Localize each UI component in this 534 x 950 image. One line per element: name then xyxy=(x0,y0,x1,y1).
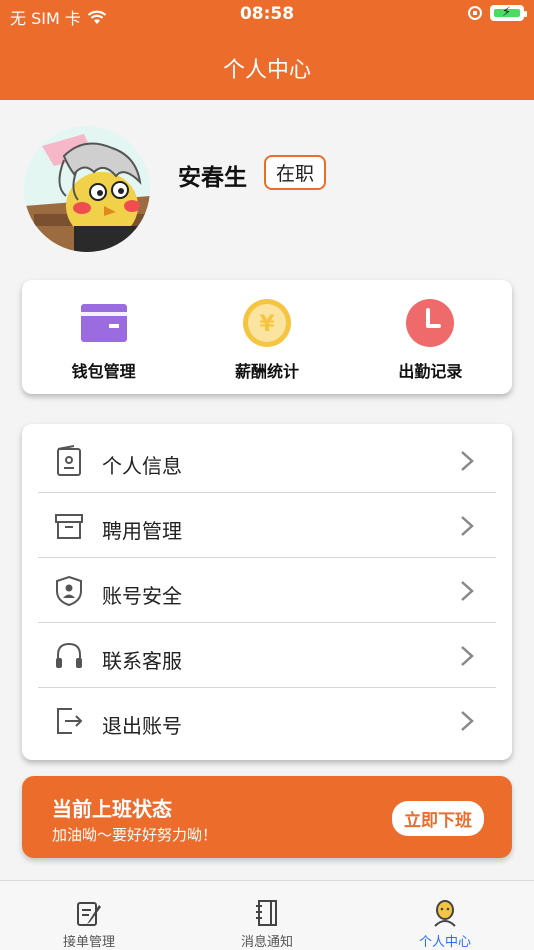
quick-actions-card: 钱包管理 ¥ 薪酬统计 出勤记录 xyxy=(22,280,512,394)
battery-icon: ⚡ xyxy=(490,5,527,21)
avatar[interactable] xyxy=(24,126,150,252)
archive-box-icon xyxy=(55,514,83,539)
id-card-icon xyxy=(57,445,81,476)
menu-card: 个人信息 聘用管理 账号安全 联系客服 退出账号 xyxy=(22,424,512,760)
clock-icon xyxy=(406,299,455,347)
orientation-lock-icon xyxy=(468,6,482,20)
tab-label: 接单管理 xyxy=(62,935,115,950)
menu-item-customer-service[interactable]: 联系客服 xyxy=(38,623,496,688)
tab-order-management[interactable]: 接单管理 xyxy=(0,881,178,950)
quick-action-wallet[interactable]: 钱包管理 xyxy=(22,280,185,394)
headphones-icon xyxy=(56,642,82,668)
notebook-icon xyxy=(256,900,277,926)
menu-item-employment[interactable]: 聘用管理 xyxy=(38,493,496,558)
clipboard-pen-icon xyxy=(77,902,101,926)
status-badge: 在职 xyxy=(264,155,327,190)
menu-item-label: 联系客服 xyxy=(102,649,182,673)
chevron-right-icon xyxy=(461,711,474,731)
work-status-title: 当前上班状态 xyxy=(52,797,172,821)
work-status-subtitle: 加油呦～要好好努力呦！ xyxy=(52,826,218,844)
chevron-right-icon xyxy=(461,516,474,536)
quick-action-label: 薪酬统计 xyxy=(234,362,299,381)
menu-item-logout[interactable]: 退出账号 xyxy=(38,688,496,753)
tab-personal-center[interactable]: 个人中心 xyxy=(356,881,534,950)
work-status-banner: 当前上班状态 加油呦～要好好努力呦！ 立即下班 xyxy=(22,776,512,858)
logout-icon xyxy=(57,708,83,734)
menu-item-label: 聘用管理 xyxy=(102,519,182,543)
menu-item-label: 退出账号 xyxy=(102,714,182,738)
tab-bar: 接单管理 消息通知 个人中心 xyxy=(0,880,534,950)
status-bar: 无 SIM 卡 08:58 ⚡ xyxy=(0,0,534,30)
clock-out-button[interactable]: 立即下班 xyxy=(392,801,484,836)
menu-item-label: 账号安全 xyxy=(102,584,182,608)
quick-action-label: 钱包管理 xyxy=(71,362,136,381)
tab-notifications[interactable]: 消息通知 xyxy=(178,881,356,950)
yen-coin-icon: ¥ xyxy=(242,299,291,347)
menu-item-personal-info[interactable]: 个人信息 xyxy=(38,428,496,493)
profile-content: 安春生 在职 钱包管理 ¥ 薪酬统计 出勤记录 个人信息 聘用管理 账号安全 联… xyxy=(0,100,534,880)
menu-item-label: 个人信息 xyxy=(102,454,182,478)
chevron-right-icon xyxy=(461,646,474,666)
page-title: 个人中心 xyxy=(222,58,311,83)
shield-user-icon xyxy=(56,575,82,607)
svg-text:¥: ¥ xyxy=(259,312,275,337)
chevron-right-icon xyxy=(461,581,474,601)
status-right: ⚡ xyxy=(468,5,527,21)
cartoon-avatar-icon xyxy=(24,126,150,252)
quick-action-label: 出勤记录 xyxy=(398,362,463,381)
user-icon xyxy=(434,900,456,927)
tab-label: 消息通知 xyxy=(240,935,293,950)
quick-action-salary[interactable]: ¥ 薪酬统计 xyxy=(185,280,348,394)
tab-label: 个人中心 xyxy=(418,935,471,950)
chevron-right-icon xyxy=(461,451,474,471)
user-name: 安春生 xyxy=(178,165,247,191)
menu-item-account-security[interactable]: 账号安全 xyxy=(38,558,496,623)
quick-action-attendance[interactable]: 出勤记录 xyxy=(349,280,512,394)
top-bar: 无 SIM 卡 08:58 ⚡ 个人中心 xyxy=(0,0,534,100)
wallet-icon xyxy=(80,304,127,342)
status-time: 08:58 xyxy=(239,4,295,24)
